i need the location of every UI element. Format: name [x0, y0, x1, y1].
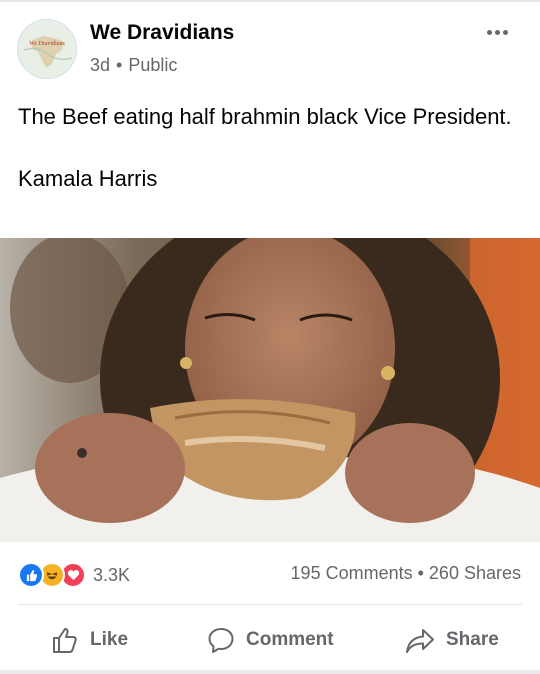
post-caption: The Beef eating half brahmin black Vice …: [18, 101, 523, 194]
post-actions: Like Comment Share: [0, 615, 540, 665]
reaction-count: 3.3K: [93, 564, 131, 585]
top-divider: [0, 0, 540, 2]
thumbs-up-icon: [53, 628, 77, 653]
comments-count[interactable]: 195 Comments: [291, 563, 413, 583]
bottom-divider: [0, 670, 540, 674]
meta-separator: •: [116, 55, 123, 75]
visibility-label: Public: [128, 55, 178, 75]
shares-count[interactable]: 260 Shares: [429, 563, 521, 583]
share-label: Share: [446, 629, 499, 650]
post-time[interactable]: 3d: [90, 55, 110, 75]
more-dot: [502, 29, 508, 35]
comment-bubble-icon: [208, 628, 234, 653]
post-meta: 3d • Public: [90, 55, 177, 76]
caption-line: The Beef eating half brahmin black Vice …: [18, 104, 512, 129]
post-photo[interactable]: [0, 238, 540, 542]
post-header: We Dravidians We Dravidians 3d • Public: [0, 18, 540, 82]
more-options-button[interactable]: [482, 18, 512, 46]
reactions-summary[interactable]: 3.3K: [18, 561, 130, 589]
share-arrow-icon: [406, 629, 434, 653]
caption-name: Kamala Harris: [18, 166, 158, 191]
counts-separator: •: [417, 563, 424, 583]
like-label: Like: [90, 629, 129, 650]
actions-divider: [18, 604, 522, 605]
comment-button[interactable]: Comment: [206, 615, 334, 665]
page-avatar[interactable]: We Dravidians: [17, 19, 77, 79]
page-name[interactable]: We Dravidians: [90, 21, 234, 45]
like-button[interactable]: Like: [50, 615, 128, 665]
share-button[interactable]: Share: [404, 615, 499, 665]
like-reaction-icon: [18, 562, 44, 588]
engagement-counts: 195 Comments • 260 Shares: [291, 563, 521, 584]
comment-label: Comment: [246, 629, 334, 650]
more-dot: [494, 29, 500, 35]
more-horizontal-icon: [486, 29, 492, 35]
avatar-logo-text: We Dravidians: [29, 41, 65, 47]
